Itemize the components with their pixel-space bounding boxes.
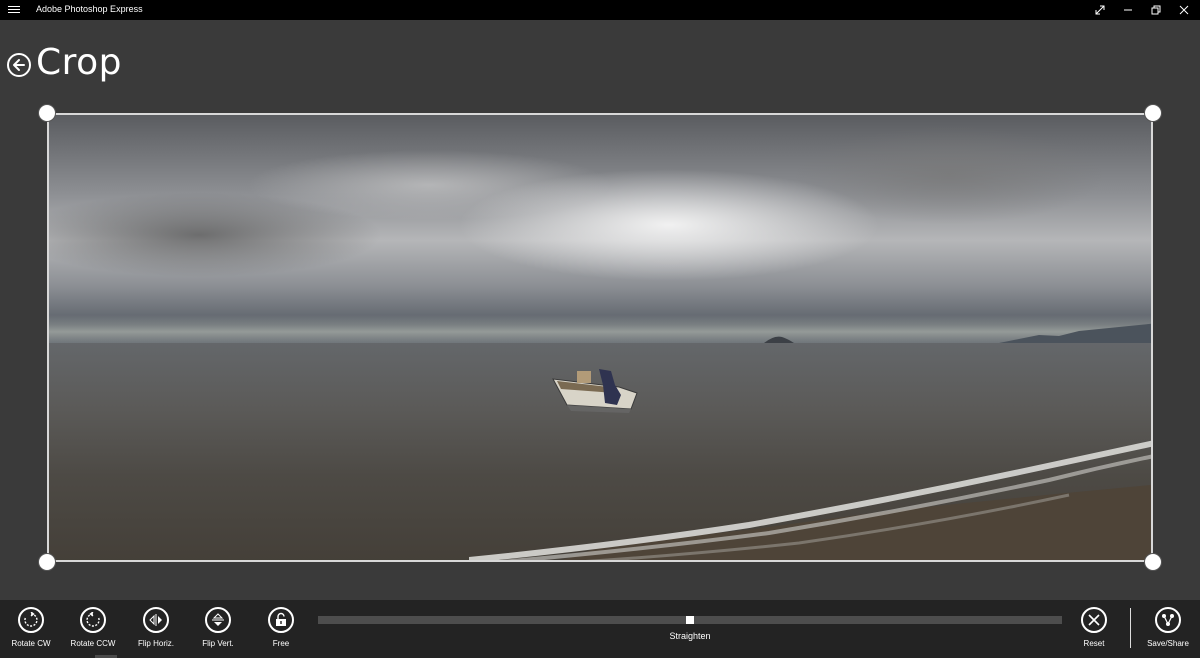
reset-icon bbox=[1081, 607, 1107, 633]
rotate-ccw-icon bbox=[80, 607, 106, 633]
rotate-ccw-button[interactable]: Rotate CCW bbox=[62, 607, 124, 648]
fullscreen-icon[interactable] bbox=[1086, 0, 1114, 20]
close-icon[interactable] bbox=[1170, 0, 1198, 20]
crop-photo[interactable] bbox=[47, 113, 1153, 562]
save-share-button[interactable]: Save/Share bbox=[1137, 607, 1199, 648]
save-share-label: Save/Share bbox=[1147, 639, 1189, 648]
rotate-ccw-label: Rotate CCW bbox=[70, 639, 116, 648]
hamburger-menu-icon[interactable] bbox=[8, 4, 20, 16]
free-aspect-label: Free bbox=[272, 639, 290, 648]
photo-surf bbox=[469, 440, 1151, 560]
flip-vertical-icon bbox=[205, 607, 231, 633]
photo-horizon bbox=[49, 315, 1151, 343]
flip-horizontal-icon bbox=[143, 607, 169, 633]
back-button[interactable] bbox=[7, 53, 31, 77]
photo-mountains bbox=[999, 323, 1151, 343]
minimize-icon[interactable] bbox=[1114, 0, 1142, 20]
rotate-cw-label: Rotate CW bbox=[11, 639, 51, 648]
straighten-slider-thumb[interactable] bbox=[686, 616, 694, 624]
crop-handle-bottom-right[interactable] bbox=[1144, 553, 1162, 571]
unlock-icon bbox=[268, 607, 294, 633]
rotate-cw-icon bbox=[18, 607, 44, 633]
title-bar: Adobe Photoshop Express bbox=[0, 0, 1200, 20]
toolbar-divider bbox=[1130, 608, 1131, 648]
photo-boat bbox=[552, 369, 638, 413]
share-icon bbox=[1155, 607, 1181, 633]
free-aspect-button[interactable]: Free bbox=[250, 607, 312, 648]
restore-icon[interactable] bbox=[1142, 0, 1170, 20]
app-title: Adobe Photoshop Express bbox=[36, 4, 143, 14]
reset-label: Reset bbox=[1083, 639, 1105, 648]
rotate-cw-button[interactable]: Rotate CW bbox=[0, 607, 62, 648]
photo-sky bbox=[49, 115, 1151, 343]
flip-horizontal-label: Flip Horiz. bbox=[137, 639, 174, 648]
back-arrow-icon bbox=[13, 59, 25, 71]
photo-island bbox=[764, 336, 794, 343]
reset-button[interactable]: Reset bbox=[1063, 607, 1125, 648]
straighten-label: Straighten bbox=[669, 631, 711, 641]
crop-handle-top-right[interactable] bbox=[1144, 104, 1162, 122]
crop-handle-bottom-left[interactable] bbox=[38, 553, 56, 571]
flip-vertical-button[interactable]: Flip Vert. bbox=[187, 607, 249, 648]
page-title: Crop bbox=[36, 42, 123, 83]
flip-horizontal-button[interactable]: Flip Horiz. bbox=[125, 607, 187, 648]
crop-handle-top-left[interactable] bbox=[38, 104, 56, 122]
flip-vertical-label: Flip Vert. bbox=[202, 639, 234, 648]
